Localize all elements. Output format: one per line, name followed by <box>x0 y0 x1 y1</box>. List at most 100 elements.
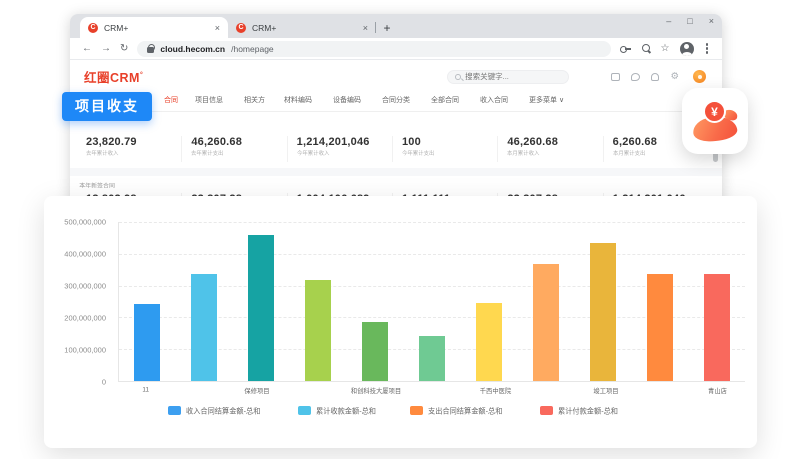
tab-close-icon[interactable]: × <box>215 23 220 33</box>
x-label-slot <box>412 386 468 399</box>
x-tick-label: 保修项目 <box>244 386 269 395</box>
new-tab-button[interactable]: + <box>376 21 398 35</box>
crm-nav-item[interactable]: 项目信息 <box>195 94 223 104</box>
chart-plot-area <box>118 222 745 382</box>
bar[interactable] <box>305 280 331 381</box>
user-avatar[interactable] <box>693 70 706 83</box>
gear-icon[interactable]: ⚙ <box>670 72 679 82</box>
bar[interactable] <box>476 303 502 381</box>
profile-avatar-icon[interactable] <box>680 42 694 56</box>
stat-label: 本月累计收入 <box>507 149 564 157</box>
bar[interactable] <box>362 322 388 381</box>
legend-item[interactable]: 累计收款金额-总和 <box>298 404 391 417</box>
stat-cell: 1,214,201,046今年累计收入 <box>287 136 392 162</box>
minimize-button[interactable]: – <box>666 16 671 26</box>
legend-swatch <box>298 406 311 415</box>
stats-row-1: 23,820.79去年累计收入 46,260.68去年累计支出 1,214,201,… <box>70 136 722 162</box>
screenshot-canvas: C CRM+ × C CRM+ × + – □ × ← → ↻ cloud.hecom.c… <box>0 0 792 459</box>
x-label-slot: 青山店 <box>690 386 746 399</box>
crm-header: 红圈CRM° ⚙ <box>70 60 722 88</box>
search-input[interactable] <box>465 72 561 81</box>
bar[interactable] <box>533 264 559 381</box>
bar[interactable] <box>248 235 274 381</box>
x-tick-label: 11 <box>142 386 149 395</box>
bar[interactable] <box>704 274 730 381</box>
legend-item[interactable]: 支出合同结算金额-总和 <box>410 404 521 417</box>
forward-icon[interactable]: → <box>101 44 111 54</box>
window-controls: – □ × <box>666 16 714 26</box>
crm-nav-item[interactable]: 更多菜单 ∨ <box>529 94 564 104</box>
maximize-button[interactable]: □ <box>687 16 692 26</box>
bar[interactable] <box>419 336 445 381</box>
crm-nav-item[interactable]: 合同分类 <box>382 94 410 104</box>
tab-separator <box>375 22 376 33</box>
y-tick-label: 300,000,000 <box>64 282 106 291</box>
bar[interactable] <box>590 243 616 381</box>
browser-tab[interactable]: C CRM+ × <box>228 17 376 38</box>
tab-close-icon[interactable]: × <box>363 23 368 33</box>
stat-value: 46,260.68 <box>191 136 286 148</box>
crm-nav-item[interactable]: 材料编码 <box>284 94 312 104</box>
bar[interactable] <box>134 304 160 381</box>
inbox-icon[interactable] <box>611 73 620 81</box>
bar-slot <box>347 222 404 381</box>
stat-label: 去年累计收入 <box>86 149 143 157</box>
legend-item[interactable]: 累计付款金额-总和 <box>540 404 633 417</box>
legend-item[interactable]: 收入合同结算金额-总和 <box>168 404 279 417</box>
tab-title: CRM+ <box>252 23 357 33</box>
message-icon[interactable] <box>631 73 640 81</box>
address-bar: ← → ↻ cloud.hecom.cn/homepage ☆ <box>70 38 722 60</box>
x-label-slot <box>523 386 579 399</box>
legend-swatch <box>410 406 423 415</box>
x-label-slot: 千西中医院 <box>468 386 524 399</box>
legend-label: 收入合同结算金额-总和 <box>186 405 260 415</box>
stat-label: 本月累计支出 <box>613 149 670 157</box>
crm-logo-mark: ° <box>140 72 143 79</box>
crm-nav-item[interactable]: 合同 <box>164 94 178 104</box>
hand-coin-icon: ¥ <box>692 100 738 142</box>
bell-icon[interactable] <box>651 73 659 81</box>
back-icon[interactable]: ← <box>82 44 92 54</box>
bar[interactable] <box>191 274 217 381</box>
legend-swatch <box>168 406 181 415</box>
browser-menu-icon[interactable] <box>706 47 709 50</box>
crm-nav-item[interactable]: 相关方 <box>244 94 265 104</box>
crm-nav-item[interactable]: 设备编码 <box>333 94 361 104</box>
browser-tab[interactable]: C CRM+ × <box>80 17 228 38</box>
url-field[interactable]: cloud.hecom.cn/homepage <box>137 41 610 57</box>
stat-label: 今年累计支出 <box>402 149 459 157</box>
bar-slot <box>404 222 461 381</box>
bar[interactable] <box>647 274 673 381</box>
crm-nav-item[interactable]: 全部合同 <box>431 94 459 104</box>
x-tick-label: 青山店 <box>708 386 727 395</box>
x-label-slot <box>174 386 230 399</box>
legend-swatch <box>540 406 553 415</box>
bar-slot <box>460 222 517 381</box>
tab-title: CRM+ <box>104 23 209 33</box>
crm-favicon-icon: C <box>236 23 246 33</box>
key-icon[interactable] <box>620 46 631 51</box>
bookmark-star-icon[interactable]: ☆ <box>661 43 670 54</box>
x-axis-labels: 11 保修项目 和创科技大厦项目 千西中医院 竣工项目 青山店 <box>118 386 745 399</box>
crm-search[interactable] <box>447 70 569 84</box>
crm-favicon-icon: C <box>88 23 98 33</box>
stat-label: 去年累计支出 <box>191 149 248 157</box>
yen-coin-icon: ¥ <box>703 100 726 123</box>
x-label-slot: 竣工项目 <box>579 386 635 399</box>
lock-icon <box>147 47 154 53</box>
y-axis-labels: 500,000,000400,000,000300,000,000200,000… <box>44 222 110 382</box>
address-bar-actions: ☆ <box>620 42 710 56</box>
stat-value: 23,820.79 <box>86 136 181 148</box>
y-tick-label: 500,000,000 <box>64 218 106 227</box>
stat-cell: 100今年累计支出 <box>392 136 497 162</box>
reload-icon[interactable]: ↻ <box>120 44 128 54</box>
zoom-icon[interactable] <box>641 44 651 54</box>
legend-label: 支出合同结算金额-总和 <box>428 405 502 415</box>
stat-label: 今年累计收入 <box>297 149 354 157</box>
x-tick-label: 和创科技大厦项目 <box>351 386 401 395</box>
x-label-slot <box>285 386 341 399</box>
close-button[interactable]: × <box>709 16 714 26</box>
y-tick-label: 200,000,000 <box>64 314 106 323</box>
crm-nav-item[interactable]: 收入合同 <box>480 94 508 104</box>
yen-fab-card[interactable]: ¥ <box>682 88 748 154</box>
